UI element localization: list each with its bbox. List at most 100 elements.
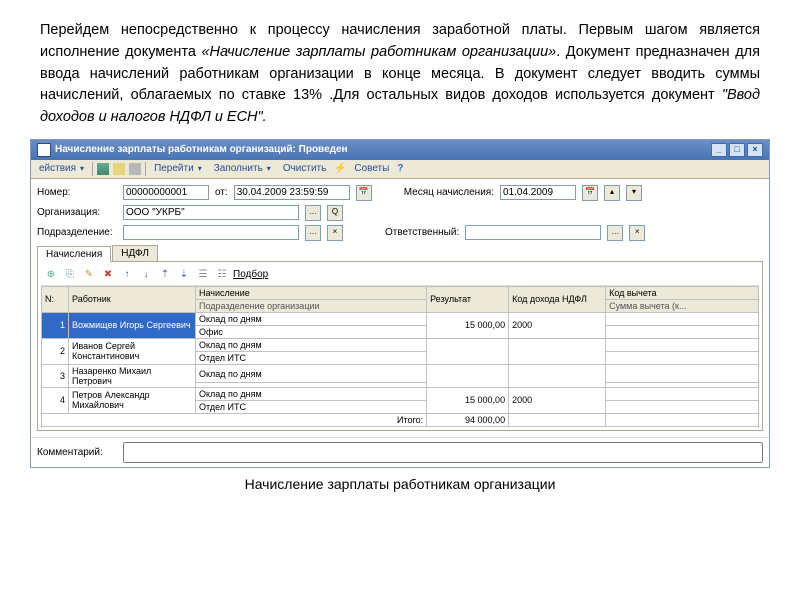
main-toolbar: ействия Перейти Заполнить Очистить ⚡ Сов…	[31, 160, 769, 179]
goto-menu[interactable]: Перейти	[150, 162, 206, 175]
org-field[interactable]	[123, 205, 299, 220]
tips-icon: ⚡	[334, 163, 346, 175]
save-icon[interactable]	[97, 163, 109, 175]
window-title: Начисление зарплаты работникам организац…	[55, 144, 348, 155]
figure-caption: Начисление зарплаты работникам организац…	[0, 476, 800, 492]
tab-accruals[interactable]: Начисления	[37, 246, 111, 262]
post-icon[interactable]	[113, 163, 125, 175]
cell-accrual[interactable]: Оклад по дням	[196, 312, 427, 325]
grid-toolbar: ⊕ ⎘ ✎ ✖ ↑ ↓ ⇡ ⇣ ☰ ☷ Подбор	[41, 265, 759, 286]
date-picker-icon[interactable]: 📅	[356, 185, 372, 201]
cell-result[interactable]: 15 000,00	[427, 387, 509, 413]
sort-desc-icon[interactable]: ⇣	[176, 267, 192, 283]
month-field[interactable]	[500, 185, 576, 200]
cell-dept[interactable]: Отдел ИТС	[196, 351, 427, 364]
tab-ndfl[interactable]: НДФЛ	[112, 245, 158, 261]
cell-num[interactable]: 3	[42, 364, 69, 387]
cell-result[interactable]	[427, 364, 509, 387]
fill-menu[interactable]: Заполнить	[210, 162, 275, 175]
cell-worker[interactable]: Иванов Сергей Константинович	[69, 338, 196, 364]
resp-select-icon[interactable]: …	[607, 225, 623, 241]
cell-deduct-sum[interactable]	[606, 351, 759, 364]
cell-result[interactable]: 15 000,00	[427, 312, 509, 338]
close-button[interactable]: ×	[747, 143, 763, 157]
maximize-button[interactable]: □	[729, 143, 745, 157]
month-picker-icon[interactable]: 📅	[582, 185, 598, 201]
cell-ndfl[interactable]: 2000	[509, 312, 606, 338]
intro-doc-1: «Начисление зарплаты работникам организа…	[201, 44, 556, 60]
date-field[interactable]	[234, 185, 350, 200]
accruals-grid: N: Работник Начисление Результат Код дох…	[41, 286, 759, 427]
cell-num[interactable]: 2	[42, 338, 69, 364]
cell-accrual[interactable]: Оклад по дням	[196, 338, 427, 351]
cell-worker[interactable]: Назаренко Михаил Петрович	[69, 364, 196, 387]
list-icon[interactable]: ☷	[214, 267, 230, 283]
total-value: 94 000,00	[427, 413, 509, 426]
cell-deduct-code[interactable]	[606, 364, 759, 383]
minimize-button[interactable]: _	[711, 143, 727, 157]
move-up-icon[interactable]: ↑	[119, 267, 135, 283]
cell-result[interactable]	[427, 338, 509, 364]
cell-ndfl[interactable]: 2000	[509, 387, 606, 413]
date-label: от:	[215, 187, 228, 198]
window-titlebar: Начисление зарплаты работникам организац…	[31, 140, 769, 160]
print-icon[interactable]	[129, 163, 141, 175]
table-row[interactable]: 3Назаренко Михаил ПетровичОклад по дням	[42, 364, 759, 383]
intro-paragraph: Перейдем непосредственно к процессу начи…	[0, 0, 800, 139]
cell-deduct-sum[interactable]	[606, 325, 759, 338]
dept-clear-icon[interactable]: ×	[327, 225, 343, 241]
col-num[interactable]: N:	[42, 286, 69, 312]
cell-num[interactable]: 4	[42, 387, 69, 413]
col-worker[interactable]: Работник	[69, 286, 196, 312]
dept-select-icon[interactable]: …	[305, 225, 321, 241]
table-row[interactable]: 1Вожмищев Игорь СергеевичОклад по дням15…	[42, 312, 759, 325]
dept-field[interactable]	[123, 225, 299, 240]
resp-clear-icon[interactable]: ×	[629, 225, 645, 241]
cell-deduct-code[interactable]	[606, 312, 759, 325]
settings-icon[interactable]: ☰	[195, 267, 211, 283]
add-row-icon[interactable]: ⊕	[43, 267, 59, 283]
clear-button[interactable]: Очистить	[279, 162, 331, 175]
tab-content: ⊕ ⎘ ✎ ✖ ↑ ↓ ⇡ ⇣ ☰ ☷ Подбор N: Работник Н…	[37, 261, 763, 431]
col-ndfl[interactable]: Код дохода НДФЛ	[509, 286, 606, 312]
cell-worker[interactable]: Вожмищев Игорь Сергеевич	[69, 312, 196, 338]
resp-field[interactable]	[465, 225, 601, 240]
move-down-icon[interactable]: ↓	[138, 267, 154, 283]
cell-worker[interactable]: Петров Александр Михайлович	[69, 387, 196, 413]
col-deduct-code[interactable]: Код вычета	[606, 286, 759, 299]
cell-dept[interactable]: Отдел ИТС	[196, 400, 427, 413]
cell-deduct-code[interactable]	[606, 338, 759, 351]
col-deduct-sum[interactable]: Сумма вычета (к...	[606, 299, 759, 312]
comment-field[interactable]	[123, 442, 763, 463]
col-result[interactable]: Результат	[427, 286, 509, 312]
delete-row-icon[interactable]: ✖	[100, 267, 116, 283]
help-icon[interactable]: ?	[397, 163, 409, 175]
comment-row: Комментарий:	[31, 437, 769, 467]
col-accrual[interactable]: Начисление	[196, 286, 427, 299]
number-label: Номер:	[37, 187, 117, 198]
col-dept[interactable]: Подразделение организации	[196, 299, 427, 312]
selection-button[interactable]: Подбор	[233, 269, 268, 280]
tips-button[interactable]: Советы	[350, 162, 393, 175]
table-row[interactable]: 2Иванов Сергей КонстантиновичОклад по дн…	[42, 338, 759, 351]
cell-ndfl[interactable]	[509, 338, 606, 364]
cell-ndfl[interactable]	[509, 364, 606, 387]
window-icon	[37, 143, 51, 157]
table-row[interactable]: 4Петров Александр МихайловичОклад по дня…	[42, 387, 759, 400]
edit-row-icon[interactable]: ✎	[81, 267, 97, 283]
cell-accrual[interactable]: Оклад по дням	[196, 364, 427, 383]
org-select-icon[interactable]: …	[305, 205, 321, 221]
actions-menu[interactable]: ействия	[35, 162, 88, 175]
cell-accrual[interactable]: Оклад по дням	[196, 387, 427, 400]
cell-num[interactable]: 1	[42, 312, 69, 338]
month-up-icon[interactable]: ▴	[604, 185, 620, 201]
month-down-icon[interactable]: ▾	[626, 185, 642, 201]
number-field[interactable]	[123, 185, 209, 200]
sort-asc-icon[interactable]: ⇡	[157, 267, 173, 283]
dept-label: Подразделение:	[37, 227, 117, 238]
cell-dept[interactable]: Офис	[196, 325, 427, 338]
cell-deduct-sum[interactable]	[606, 400, 759, 413]
copy-row-icon[interactable]: ⎘	[62, 267, 78, 283]
cell-deduct-code[interactable]	[606, 387, 759, 400]
org-open-icon[interactable]: Q	[327, 205, 343, 221]
